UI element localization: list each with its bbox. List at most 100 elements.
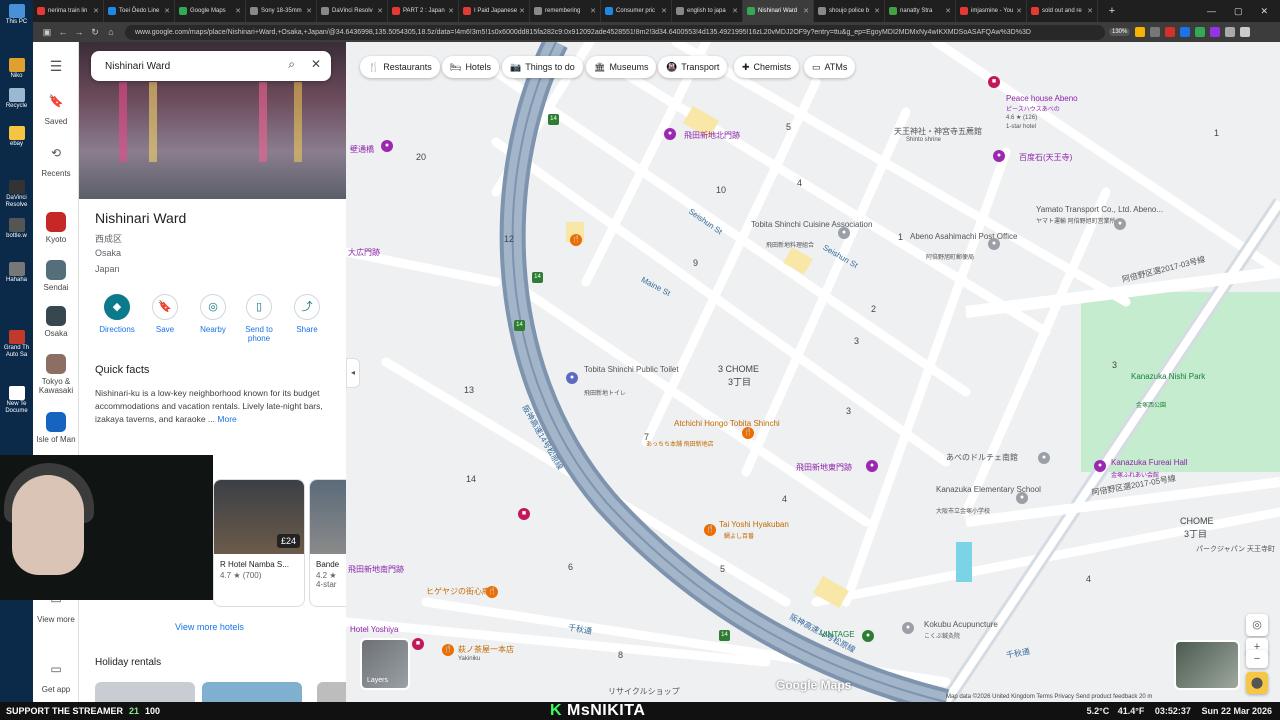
- desktop-icon[interactable]: Hahaha: [2, 262, 31, 284]
- poi-label[interactable]: あべのドルチェ南館: [946, 452, 1018, 463]
- toilet-pin-icon[interactable]: ●: [566, 372, 578, 384]
- url-field[interactable]: www.google.com/maps/place/Nishinari+Ward…: [125, 24, 1105, 40]
- tab-close-icon[interactable]: ✕: [377, 7, 383, 15]
- restaurant-pin-icon[interactable]: 🍴: [486, 586, 498, 598]
- landmark-pin-icon[interactable]: ●: [1094, 460, 1106, 472]
- rail-item[interactable]: Osaka: [33, 306, 79, 338]
- profile-icon[interactable]: [1225, 27, 1236, 37]
- pegman-icon[interactable]: ⬤: [1246, 672, 1268, 694]
- clock-date[interactable]: Sun 22 Mar 2026: [1201, 706, 1272, 716]
- poi-label[interactable]: 百度石(天王寺): [1019, 152, 1072, 163]
- collapse-panel-button[interactable]: ◂: [346, 358, 360, 388]
- map-canvas[interactable]: 🍴 Restaurants 🛏 Hotels 📷 Things to do 🏛 Museums…: [346, 42, 1280, 702]
- tab-3[interactable]: Sony 18-35mm ✕: [246, 0, 317, 22]
- tab-close-icon[interactable]: ✕: [661, 7, 667, 15]
- extension-icon[interactable]: [1180, 27, 1191, 37]
- business-pin-icon[interactable]: ●: [902, 622, 914, 634]
- restaurant-pin-icon[interactable]: 🍴: [570, 234, 582, 246]
- view-more-hotels-link[interactable]: View more hotels: [175, 622, 244, 632]
- poi-label[interactable]: 壁通橋: [350, 144, 374, 155]
- tab-0[interactable]: nerima train lin ✕: [33, 0, 104, 22]
- hotel-pin-icon[interactable]: ■: [412, 638, 424, 650]
- sidebar-toggle-icon[interactable]: ▣: [39, 27, 55, 38]
- tab-close-icon[interactable]: ✕: [1016, 7, 1022, 15]
- poi-label[interactable]: 天王神社・神宮寺五薦館: [894, 126, 982, 137]
- extension-icon[interactable]: [1150, 27, 1161, 37]
- rental-photo[interactable]: [317, 682, 346, 702]
- tab-close-icon[interactable]: ✕: [306, 7, 312, 15]
- action-directions-button[interactable]: ◆ Directions: [95, 294, 139, 334]
- poi-label[interactable]: 飛田新地南門跡: [348, 564, 404, 575]
- extension-icon[interactable]: [1195, 27, 1206, 37]
- star-icon[interactable]: [1135, 27, 1146, 37]
- poi-label[interactable]: 萩ノ茶屋一本店: [458, 644, 514, 655]
- poi-label[interactable]: VINTAGE: [820, 630, 855, 639]
- close-window-icon[interactable]: ✕: [1260, 6, 1268, 17]
- hotel-card[interactable]: £24 R Hotel Namba S... 4.7 ★ (700): [213, 479, 305, 607]
- poi-label[interactable]: 飛田新地東門跡: [796, 462, 852, 473]
- rental-photo[interactable]: [202, 682, 302, 702]
- tab-12[interactable]: nanatty Stra ✕: [885, 0, 956, 22]
- rail-item[interactable]: 🔖 Saved: [33, 94, 79, 126]
- post-office-pin-icon[interactable]: ●: [988, 238, 1000, 250]
- tab-7[interactable]: remembering ✕: [530, 0, 601, 22]
- desktop-icon[interactable]: DaVinci Resolve: [2, 180, 31, 209]
- poi-label[interactable]: Tai Yoshi Hyakuban: [719, 520, 789, 529]
- chip-restaurants[interactable]: 🍴 Restaurants: [360, 56, 440, 78]
- tab-close-icon[interactable]: ✕: [448, 7, 454, 15]
- rail-item[interactable]: ▭ Get app: [33, 662, 79, 694]
- landmark-pin-icon[interactable]: ●: [664, 128, 676, 140]
- desktop-icon[interactable]: Grand Th Auto Sa: [2, 330, 31, 359]
- poi-label[interactable]: ヒゲヤジの街心庵: [426, 586, 490, 597]
- extension-icon[interactable]: [1210, 27, 1221, 37]
- landmark-pin-icon[interactable]: ●: [866, 460, 878, 472]
- chip-hotels[interactable]: 🛏 Hotels: [442, 56, 499, 78]
- search-input[interactable]: Nishinari Ward ⌕ ✕: [91, 51, 331, 81]
- tab-2[interactable]: Google Maps ✕: [175, 0, 246, 22]
- clock-time[interactable]: 03:52:37: [1155, 706, 1191, 716]
- park-label[interactable]: Kanazuka Nishi Park: [1131, 372, 1205, 381]
- rail-item[interactable]: Tokyo & Kawasaki: [33, 354, 79, 395]
- tab-6[interactable]: I Paid Japanese ✕: [459, 0, 530, 22]
- poi-label[interactable]: Atchichi Hongo Tobita Shinchi: [674, 419, 780, 428]
- tab-close-icon[interactable]: ✕: [874, 7, 880, 15]
- action-send-to-phone-button[interactable]: ▯ Send to phone: [237, 294, 281, 343]
- poi-label[interactable]: Hotel Yoshiya: [350, 625, 398, 634]
- poi-label[interactable]: Yamato Transport Co., Ltd. Abeno...: [1036, 205, 1163, 214]
- restaurant-pin-icon[interactable]: 🍴: [742, 427, 754, 439]
- chip-things-to-do[interactable]: 📷 Things to do: [502, 56, 583, 78]
- rail-item[interactable]: Isle of Man: [33, 412, 79, 444]
- rental-photo[interactable]: [95, 682, 195, 702]
- business-pin-icon[interactable]: ●: [838, 227, 850, 239]
- desktop-icon[interactable]: Niko: [2, 58, 31, 80]
- forward-icon[interactable]: →: [71, 27, 87, 37]
- back-icon[interactable]: ←: [55, 27, 71, 37]
- reload-icon[interactable]: ↻: [87, 27, 103, 38]
- search-icon[interactable]: ⌕: [288, 57, 295, 72]
- hotel-pin-icon[interactable]: ■: [518, 508, 530, 520]
- rail-item[interactable]: Kyoto: [33, 212, 79, 244]
- restaurant-pin-icon[interactable]: 🍴: [704, 524, 716, 536]
- poi-label[interactable]: リサイクルショップ: [608, 686, 680, 697]
- poi-label[interactable]: Peace house Abeno: [1006, 94, 1078, 103]
- tab-5[interactable]: PART 2 : Japan ✕: [388, 0, 459, 22]
- tab-1[interactable]: Toei Ōedo Line ✕: [104, 0, 175, 22]
- tab-close-icon[interactable]: ✕: [235, 7, 241, 15]
- poi-label[interactable]: Kanazuka Fureai Hall: [1111, 458, 1187, 467]
- tab-close-icon[interactable]: ✕: [590, 7, 596, 15]
- tab-11[interactable]: shoujo police b ✕: [814, 0, 885, 22]
- tab-14[interactable]: sold out and re ✕: [1027, 0, 1098, 22]
- action-nearby-button[interactable]: ◎ Nearby: [191, 294, 235, 334]
- minimize-icon[interactable]: —: [1207, 6, 1216, 17]
- tab-4[interactable]: DaVinci Resolv ✕: [317, 0, 388, 22]
- restaurant-pin-icon[interactable]: 🍴: [442, 644, 454, 656]
- hotel-pin-icon[interactable]: ■: [988, 76, 1000, 88]
- poi-label[interactable]: Kokubu Acupuncture: [924, 620, 998, 629]
- desktop-icon[interactable]: This PC: [2, 4, 31, 26]
- desktop-icon[interactable]: bottle.w: [2, 218, 31, 240]
- tab-close-icon[interactable]: ✕: [1087, 7, 1093, 15]
- zoom-out-button[interactable]: −: [1246, 650, 1268, 668]
- tab-close-icon[interactable]: ✕: [945, 7, 951, 15]
- action-share-button[interactable]: ⤴ Share: [285, 294, 329, 334]
- poi-label[interactable]: 大広門跡: [348, 247, 380, 258]
